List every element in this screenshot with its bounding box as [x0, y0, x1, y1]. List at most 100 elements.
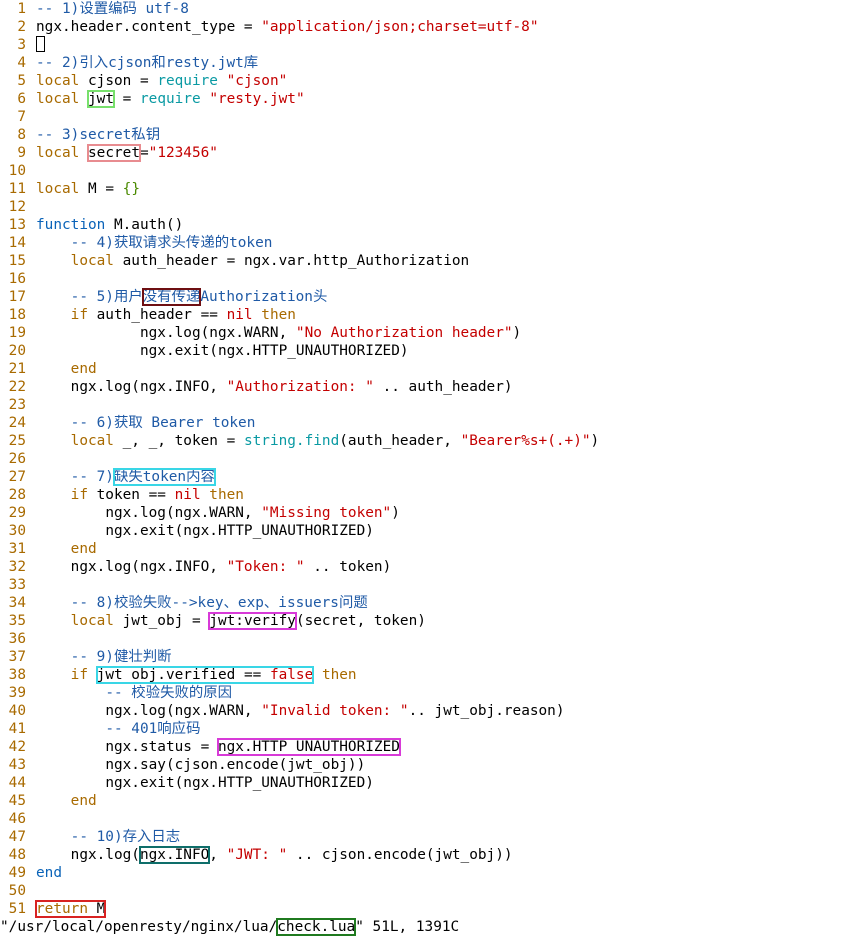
highlight-jwt-variable: jwt	[87, 90, 115, 108]
code-editor[interactable]: 1 -- 1)设置编码 utf-8 2 ngx.header.content_typ…	[0, 0, 868, 918]
code-text: ngx.say(cjson.encode(jwt_obj))	[105, 757, 366, 773]
code-text: .. auth_header)	[373, 379, 513, 395]
code-line: 41 -- 401响应码	[0, 720, 868, 738]
highlight-return-statement: return M	[34, 900, 107, 918]
keyword: then	[321, 667, 357, 683]
line-number: 5	[17, 73, 26, 89]
comment: -- 10)存入日志	[70, 829, 181, 845]
code-text: =	[139, 145, 149, 161]
code-text: ngx.status =	[105, 739, 218, 755]
nil-literal: nil	[226, 307, 253, 323]
code-line: 48 ngx.log(ngx.INFO, "JWT: " .. cjson.en…	[0, 846, 868, 864]
keyword: local	[70, 613, 114, 629]
line-number: 4	[17, 55, 26, 71]
code-line: 36	[0, 630, 868, 648]
line-number: 14	[8, 235, 26, 251]
code-line: 20 ngx.exit(ngx.HTTP_UNAUTHORIZED)	[0, 342, 868, 360]
line-number: 19	[8, 325, 26, 341]
line-number: 10	[8, 163, 26, 179]
line-number: 50	[8, 883, 26, 899]
keyword: local	[36, 181, 80, 197]
comment: -- 8)校验失败-->key、exp、issuers问题	[70, 595, 368, 611]
code-line: 30 ngx.exit(ngx.HTTP_UNAUTHORIZED)	[0, 522, 868, 540]
line-number: 37	[8, 649, 26, 665]
keyword: local	[36, 91, 80, 107]
string-literal: "application/json;charset=utf-8"	[261, 19, 539, 35]
keyword: local	[70, 253, 114, 269]
code-text: ngx.log(ngx.WARN,	[105, 703, 262, 719]
code-line: 2 ngx.header.content_type = "application/…	[0, 18, 868, 36]
keyword: local	[36, 145, 80, 161]
line-number: 45	[8, 793, 26, 809]
code-text: ngx.header.content_type =	[36, 19, 262, 35]
line-number: 49	[8, 865, 26, 881]
file-info: " 51L, 1391C	[355, 919, 460, 935]
line-number: 24	[8, 415, 26, 431]
line-number: 51	[8, 901, 26, 917]
code-text: jwt_obj =	[113, 613, 210, 629]
code-text: M.auth()	[105, 217, 184, 233]
comment: -- 校验失败的原因	[105, 685, 233, 701]
line-number: 16	[8, 271, 26, 287]
code-line: 40 ngx.log(ngx.WARN, "Invalid token: "..…	[0, 702, 868, 720]
code-text: ngx.log(ngx.WARN,	[105, 505, 262, 521]
line-number: 33	[8, 577, 26, 593]
highlight-missing-token-comment: 缺失token内容	[112, 468, 216, 486]
line-number: 12	[8, 199, 26, 215]
code-text: .. token)	[304, 559, 392, 575]
line-number: 21	[8, 361, 26, 377]
line-number: 3	[17, 37, 26, 53]
code-line: 9 local secret="123456"	[0, 144, 868, 162]
line-number: 7	[17, 109, 26, 125]
code-text: ngx.exit(ngx.HTTP_UNAUTHORIZED)	[139, 343, 409, 359]
code-text: )	[512, 325, 522, 341]
line-number: 11	[8, 181, 26, 197]
code-line: 51 return M	[0, 900, 868, 918]
line-number: 25	[8, 433, 26, 449]
comment: -- 6)获取 Bearer token	[70, 415, 256, 431]
string-literal: "Bearer%s+(.+)"	[460, 433, 591, 449]
line-number: 41	[8, 721, 26, 737]
keyword: return	[36, 901, 88, 917]
highlight-filename: check.lua	[276, 918, 357, 936]
line-number: 42	[8, 739, 26, 755]
code-line: 38 if jwt_obj.verified == false then	[0, 666, 868, 684]
code-line: 11 local M = {}	[0, 180, 868, 198]
code-line: 5 local cjson = require "cjson"	[0, 72, 868, 90]
keyword: end	[70, 361, 97, 377]
code-line: 18 if auth_header == nil then	[0, 306, 868, 324]
code-text: jwt_obj.verified ==	[96, 667, 270, 683]
highlight-verified-check: jwt_obj.verified == false	[95, 666, 315, 684]
code-text: auth_header ==	[87, 307, 227, 323]
text-cursor[interactable]	[36, 36, 45, 52]
code-text: (auth_header,	[339, 433, 461, 449]
code-line: 23	[0, 396, 868, 414]
line-number: 18	[8, 307, 26, 323]
code-text: )	[391, 505, 400, 521]
line-number: 40	[8, 703, 26, 719]
code-text: _, _, token =	[113, 433, 244, 449]
code-text: cjson =	[79, 73, 158, 89]
string-literal: "Authorization: "	[226, 379, 374, 395]
code-line: 1 -- 1)设置编码 utf-8	[0, 0, 868, 18]
code-line: 14 -- 4)获取请求头传递的token	[0, 234, 868, 252]
line-number: 22	[8, 379, 26, 395]
code-line: 50	[0, 882, 868, 900]
code-text: auth_header = ngx.var.http_Authorization	[113, 253, 470, 269]
comment: -- 4)获取请求头传递的token	[70, 235, 273, 251]
code-text: ngx.log(	[70, 847, 140, 863]
line-number: 9	[17, 145, 26, 161]
line-number: 32	[8, 559, 26, 575]
comment: -- 2)引入cjson和resty.jwt库	[36, 55, 259, 71]
line-number: 46	[8, 811, 26, 827]
line-number: 47	[8, 829, 26, 845]
keyword: if	[70, 667, 88, 683]
line-number: 2	[17, 19, 26, 35]
code-line: 26	[0, 450, 868, 468]
code-line: 32 ngx.log(ngx.INFO, "Token: " .. token)	[0, 558, 868, 576]
code-text: ngx.log(ngx.WARN,	[139, 325, 296, 341]
code-text: M =	[79, 181, 123, 197]
code-line: 43 ngx.say(cjson.encode(jwt_obj))	[0, 756, 868, 774]
code-line: 19 ngx.log(ngx.WARN, "No Authorization h…	[0, 324, 868, 342]
comment: -- 5)用户	[70, 289, 143, 305]
